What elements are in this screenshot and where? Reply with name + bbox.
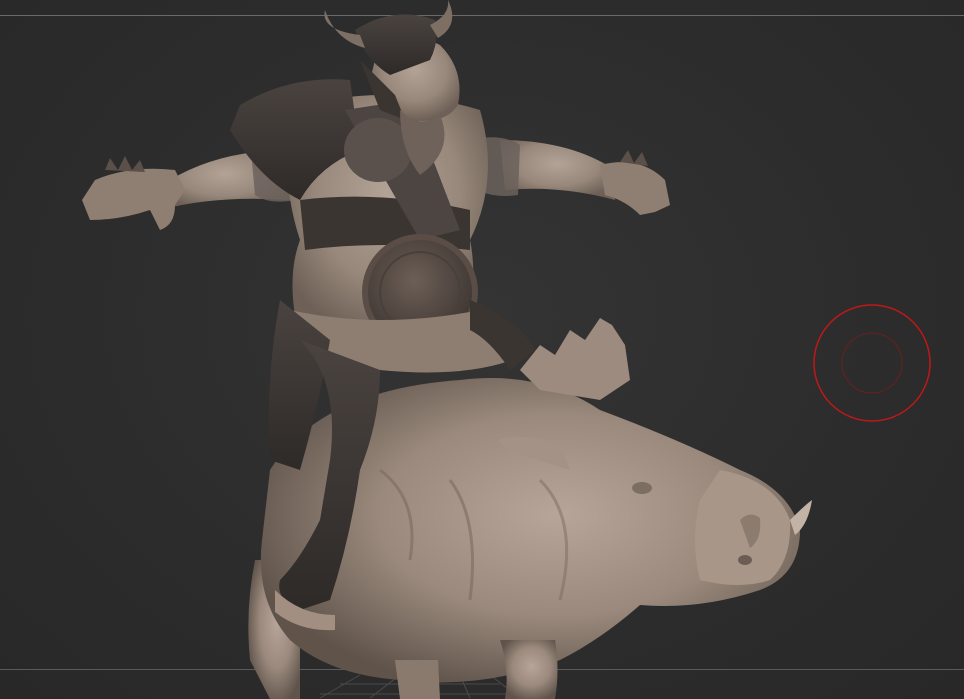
brush-cursor-icon (813, 304, 931, 422)
sculpt-viewport[interactable] (0, 0, 964, 699)
